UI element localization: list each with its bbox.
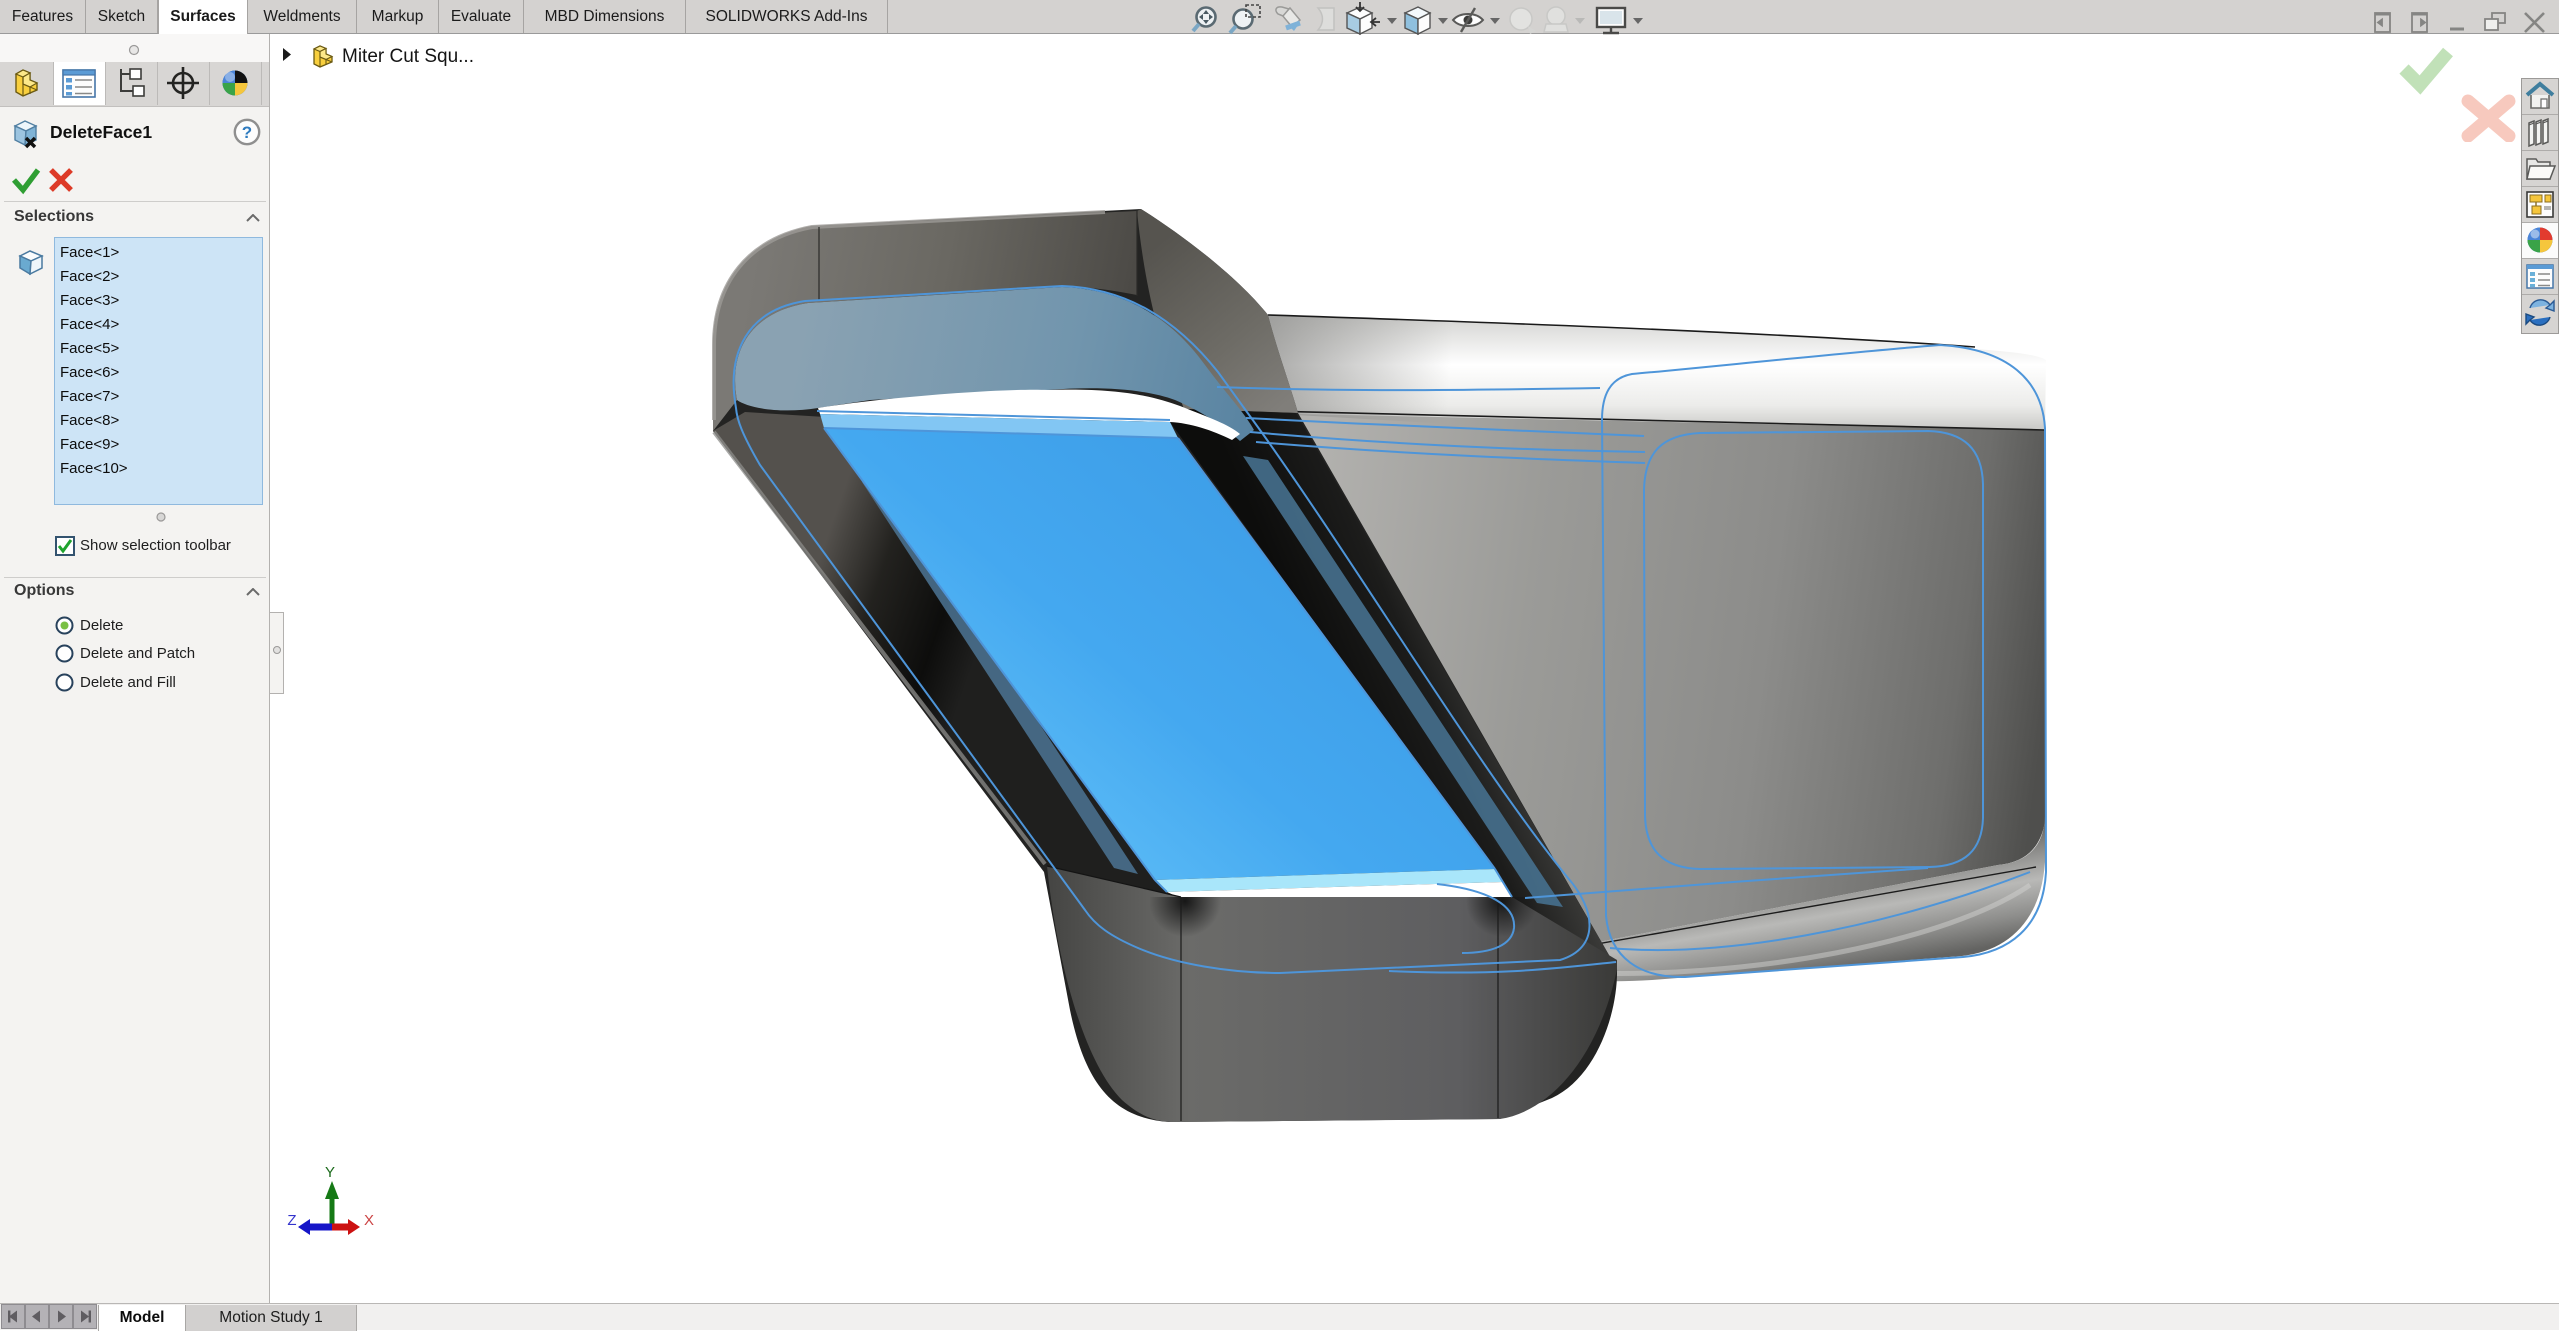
svg-text:Z: Z [287, 1212, 296, 1229]
svg-text:X: X [364, 1212, 374, 1229]
svg-text:Y: Y [325, 1164, 335, 1181]
svg-text:?: ? [242, 123, 252, 142]
